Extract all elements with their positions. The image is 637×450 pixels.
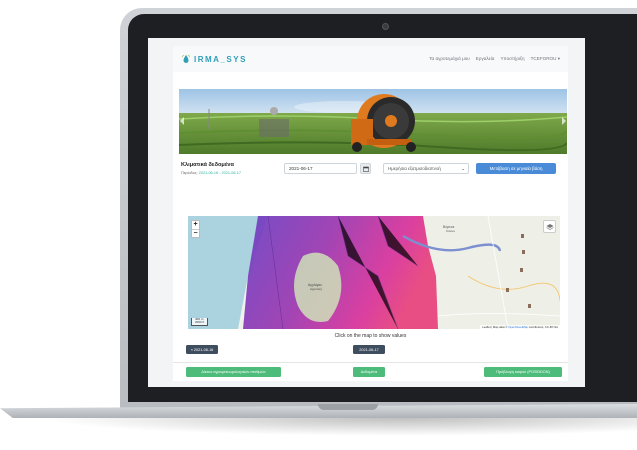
map-scale: 400 m 2000 ft [191,317,209,326]
select-value: Ημερήσια εξατμισοδιαπνοή [388,166,441,171]
current-date-button[interactable]: 2021-06-17 [353,345,385,354]
logo-text: IRMA_SYS [194,54,247,64]
logo[interactable]: IRMA_SYS [181,54,247,64]
climate-title: Κλιματικά δεδομένα [181,162,234,168]
zoom-in-button[interactable]: + [192,221,199,229]
variable-select[interactable]: Ημερήσια εξατμισοδιαπνοή ⌄ [383,163,469,174]
web-page: IRMA_SYS Τα αγροτεμάχιά μου Εργαλεία Υπο… [173,46,568,381]
map-canvas: Βόρειοι Κύκλοι Αγγλάρα Αγροτική [188,216,560,329]
navbar: IRMA_SYS Τα αγροτεμάχιά μου Εργαλεία Υπο… [173,46,568,72]
laptop-shadow [40,418,637,436]
nav-link-tools[interactable]: Εργαλεία [476,56,495,62]
chevron-down-icon: ⌄ [461,165,465,171]
weather-forecast-button[interactable]: Πρόβλεψη καιρού (POSEIDON) [484,367,562,377]
map-place-label: Αγροτική [310,287,322,291]
climate-controls: Κλιματικά δεδομένα Περίοδος: 2021-06-16 … [179,159,567,187]
irrigation-field-image [179,89,567,154]
monthly-view-button[interactable]: Μετάβαση σε μηνιαία βάση [476,163,556,174]
period-range: 2021-06-16 - 2021-06-17 [198,171,241,175]
nav-links: Τα αγροτεμάχιά μου Εργαλεία Υποστήριξη T… [429,56,560,62]
chevron-down-icon: ▾ [557,56,560,61]
date-input[interactable]: 2021-06-17 [284,163,357,174]
attribution-prefix: Leaflet | Map data © [482,325,508,329]
data-button[interactable]: Δεδομένα [353,367,385,377]
stations-network-button[interactable]: Δίκτυο αγρομετεωρολογικών σταθμών [186,367,281,377]
hero-banner [179,89,567,154]
nav-link-support[interactable]: Υποστήριξη [500,56,524,62]
map-hint: Click on the map to show values [334,333,407,339]
zoom-control: + − [191,220,200,238]
layers-button[interactable] [543,220,556,233]
laptop-notch [318,404,378,410]
prev-date-button[interactable]: « 2021-06-16 [186,345,218,354]
nav-link-user-menu[interactable]: TCEFOROU ▾ [531,56,560,62]
scale-imperial: 2000 ft [195,320,205,325]
map-attribution: Leaflet | Map data © OpenStreetMap contr… [480,325,560,329]
period-text: Περίοδος: 2021-06-16 - 2021-06-17 [181,171,241,175]
calendar-icon [362,166,369,172]
drop-signal-icon [181,54,191,63]
nav-link-my-fields[interactable]: Τα αγροτεμάχιά μου [429,56,470,62]
map-place-label: Κύκλοι [446,229,455,233]
period-label: Περίοδος: [181,171,198,175]
laptop-screen: IRMA_SYS Τα αγροτεμάχιά μου Εργαλεία Υπο… [148,38,585,387]
webcam [382,23,389,30]
calendar-button[interactable] [360,163,371,174]
attribution-link[interactable]: OpenStreetMap [508,325,528,329]
zoom-out-button[interactable]: − [192,229,199,237]
user-name: TCEFOROU [530,56,557,61]
map[interactable]: Βόρειοι Κύκλοι Αγγλάρα Αγροτική + − 400 … [188,216,560,329]
attribution-suffix: contributors, CC-BY-SA [528,325,558,329]
divider [173,362,568,363]
layers-icon [545,223,554,230]
